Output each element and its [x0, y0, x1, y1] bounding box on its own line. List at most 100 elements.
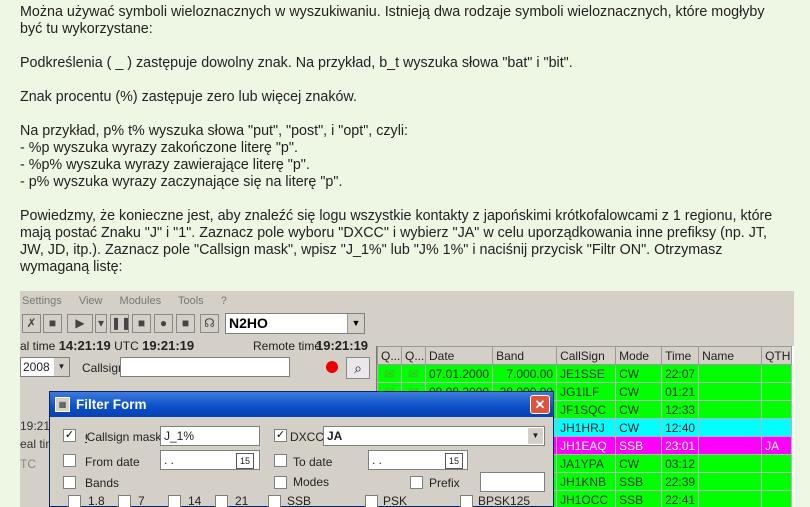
mode-checkbox[interactable] — [365, 495, 378, 507]
headset-icon[interactable]: ☊ — [200, 314, 219, 333]
mode-checkbox[interactable] — [268, 495, 281, 507]
callsign-cell: JH1KNB — [556, 472, 617, 491]
col-header[interactable]: Mode — [615, 346, 663, 365]
qth-cell: JA — [761, 436, 793, 455]
record-icon[interactable] — [326, 361, 338, 373]
modes-checkbox[interactable] — [274, 476, 287, 489]
close-icon[interactable]: ✕ — [530, 395, 550, 414]
callsign-search-input[interactable] — [120, 357, 290, 377]
band-option: 7 — [138, 494, 145, 507]
chevron-down-icon[interactable]: ▾ — [95, 314, 107, 333]
calendar-icon[interactable]: 15 — [445, 453, 463, 469]
chevron-down-icon[interactable]: ▼ — [528, 428, 543, 444]
year-select-value: 2008 — [23, 360, 50, 374]
bands-checkbox[interactable] — [63, 476, 76, 489]
band-checkbox[interactable] — [68, 495, 81, 507]
time-cell: 22:39 — [661, 472, 700, 491]
save-icon[interactable]: ■ — [43, 314, 62, 333]
play-icon[interactable]: ▶ — [67, 314, 93, 333]
callsign-label: Callsign — [82, 361, 125, 375]
menu-tools[interactable]: Tools — [178, 295, 204, 307]
name-cell — [698, 472, 763, 491]
name-cell — [698, 454, 763, 473]
mode-cell: SSB — [615, 490, 663, 507]
col-header[interactable]: Band — [492, 346, 558, 365]
bands-label: Bands — [85, 476, 120, 490]
table-row[interactable]: ✉ ✉ 07.01.2000 7.000.00 JE1SSE CW 22:07 — [377, 364, 793, 383]
stop-icon[interactable]: ■ — [132, 314, 151, 333]
mode-cell: CW — [615, 400, 663, 419]
menu-settings[interactable]: Settings — [22, 295, 62, 307]
band-cell: 7.000.00 — [492, 364, 558, 383]
col-header[interactable]: Q... — [377, 346, 402, 365]
mode-cell: CW — [615, 418, 663, 437]
mode-option: PSK — [383, 494, 408, 507]
mode-checkbox[interactable] — [460, 495, 473, 507]
menu-view[interactable]: View — [79, 295, 103, 307]
callsign-cell: JG1ILF — [556, 382, 617, 401]
prefix-input[interactable] — [480, 472, 545, 492]
stop-icon[interactable]: ■ — [176, 314, 195, 333]
chevron-down-icon[interactable]: ▼ — [347, 314, 364, 333]
utc-time: 19:21:19 — [142, 338, 195, 353]
local-time: 14:21:19 — [58, 338, 111, 353]
to-date-checkbox[interactable] — [274, 454, 287, 467]
label-stub: TC — [20, 457, 36, 471]
qth-cell — [761, 490, 793, 507]
mode-cell: SSB — [615, 472, 663, 491]
time-cell: 12:33 — [661, 400, 700, 419]
record-icon[interactable]: ● — [154, 314, 173, 333]
app-icon: ▦ — [55, 397, 70, 412]
col-header[interactable]: Name — [698, 346, 763, 365]
from-date-checkbox[interactable] — [63, 454, 76, 467]
col-header[interactable]: Date — [424, 346, 494, 365]
callsign-mask-input[interactable]: J_1% — [160, 426, 260, 446]
modes-label: Modes — [293, 475, 330, 489]
calendar-icon[interactable]: 15 — [236, 453, 254, 469]
name-cell — [698, 400, 763, 419]
instruction-text: Można używać symboli wieloznacznych w wy… — [20, 4, 800, 276]
search-icon[interactable]: ⌕ — [346, 357, 370, 379]
to-date-label: To date — [293, 455, 333, 469]
paragraph: być tu wykorzystane: — [20, 21, 153, 37]
dxcc-value: JA — [327, 429, 343, 443]
band-checkbox[interactable] — [118, 495, 131, 507]
date-cell: 07.01.2000 — [424, 364, 494, 383]
col-header[interactable]: Q... — [401, 346, 426, 365]
callsign-select[interactable]: N2HO ▼ — [225, 313, 365, 334]
callsign-select-value: N2HO — [229, 315, 268, 331]
dialog-titlebar[interactable]: ▦ Filter Form ✕ — [50, 392, 553, 417]
list-item: - %p% wyszuka wyrazy zawierające literę … — [20, 157, 310, 173]
qth-cell — [761, 472, 793, 491]
mode-cell: CW — [615, 364, 663, 383]
qth-cell — [761, 364, 793, 383]
mode-cell: SSB — [615, 436, 663, 455]
menu-help[interactable]: ? — [221, 295, 227, 307]
time-cell: 22:07 — [661, 364, 700, 383]
time-cell: 12:40 — [661, 418, 700, 437]
filter-off-icon[interactable]: ✗ — [22, 314, 41, 333]
callsign-cell: JH1HRJ — [556, 418, 617, 437]
col-header[interactable]: CallSign — [556, 346, 617, 365]
col-header[interactable]: QTH — [761, 346, 793, 365]
menu-modules[interactable]: Modules — [120, 295, 162, 307]
prefix-checkbox[interactable] — [410, 476, 423, 489]
dxcc-select[interactable]: JA ▼ — [323, 426, 545, 446]
callsign-mask-checkbox[interactable]: ✓ — [63, 429, 76, 442]
time-stub: 19:21 — [20, 419, 51, 433]
paragraph: Można używać symboli wieloznacznych w wy… — [20, 4, 765, 20]
band-checkbox[interactable] — [215, 495, 228, 507]
year-select[interactable]: 2008 ▼ — [20, 357, 70, 377]
dxcc-checkbox[interactable]: ✓ — [274, 429, 287, 442]
qsl-sent-icon: ✉ — [377, 364, 402, 383]
pause-icon[interactable]: ❚❚ — [110, 314, 131, 333]
col-header[interactable]: Time — [661, 346, 700, 365]
band-checkbox[interactable] — [168, 495, 181, 507]
paragraph: Powiedzmy, że konieczne jest, aby znaleź… — [20, 208, 773, 224]
menu-bar: Settings View Modules Tools ? — [20, 291, 794, 313]
chevron-down-icon[interactable]: ▼ — [54, 358, 69, 376]
list-item: - p% wyszuka wyrazy zaczynające się na l… — [20, 174, 343, 190]
mode-cell: CW — [615, 382, 663, 401]
mode-cell: CW — [615, 454, 663, 473]
prefix-label: Prefix — [429, 476, 460, 490]
